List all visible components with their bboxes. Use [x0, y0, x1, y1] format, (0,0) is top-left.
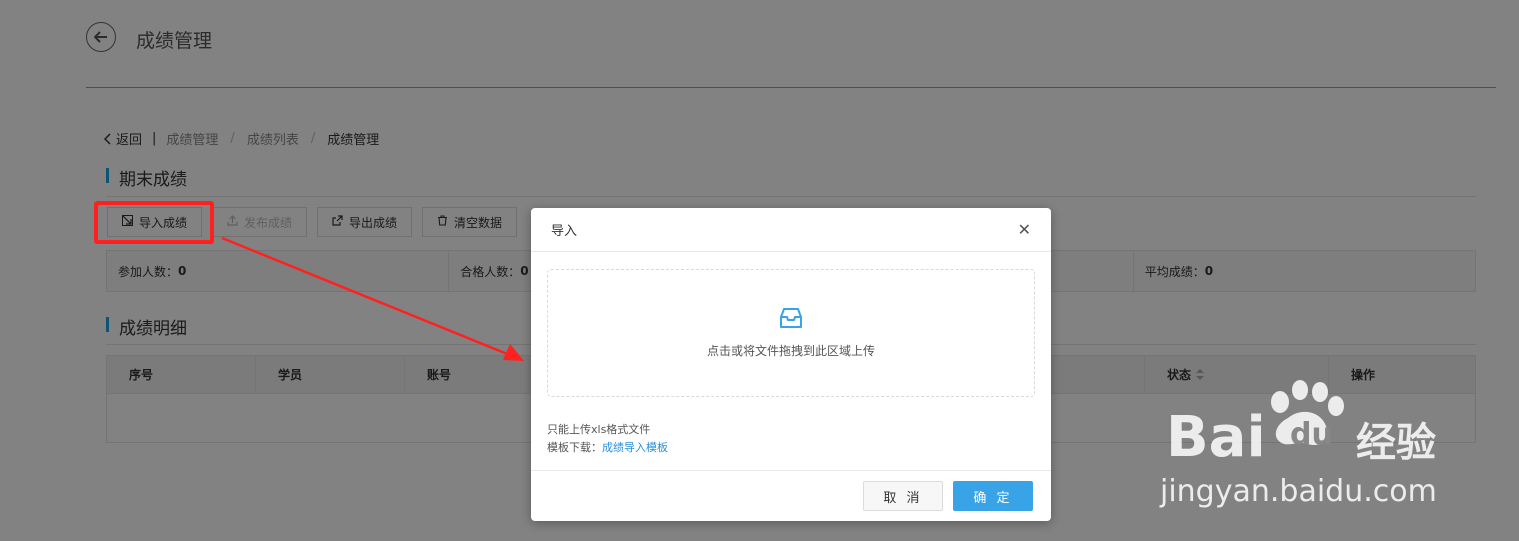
dialog-header: 导入 ✕ — [531, 208, 1051, 252]
upload-hint: 只能上传xls格式文件 模板下载：成绩导入模板 — [547, 421, 668, 457]
svg-text:经验: 经验 — [1356, 420, 1436, 464]
watermark-url: jingyan.baidu.com — [1160, 474, 1437, 509]
svg-text:du: du — [1290, 417, 1333, 452]
dialog-footer: 取 消 确 定 — [531, 470, 1051, 521]
import-dialog: 导入 ✕ 点击或将文件拖拽到此区域上传 只能上传xls格式文件 模板下载：成绩导… — [531, 208, 1051, 521]
watermark-logo: Bai du 经验 — [1160, 378, 1440, 470]
confirm-button[interactable]: 确 定 — [953, 481, 1033, 511]
cancel-button[interactable]: 取 消 — [863, 481, 943, 511]
close-icon[interactable]: ✕ — [1018, 220, 1031, 239]
dialog-title: 导入 — [551, 224, 578, 239]
upload-dropzone[interactable]: 点击或将文件拖拽到此区域上传 — [547, 269, 1035, 397]
dropzone-text: 点击或将文件拖拽到此区域上传 — [706, 344, 875, 358]
template-download-link[interactable]: 成绩导入模板 — [602, 441, 668, 454]
inbox-icon — [779, 307, 803, 332]
svg-text:Bai: Bai — [1166, 405, 1266, 464]
format-hint: 只能上传xls格式文件 — [547, 423, 651, 436]
template-label: 模板下载： — [547, 441, 602, 454]
